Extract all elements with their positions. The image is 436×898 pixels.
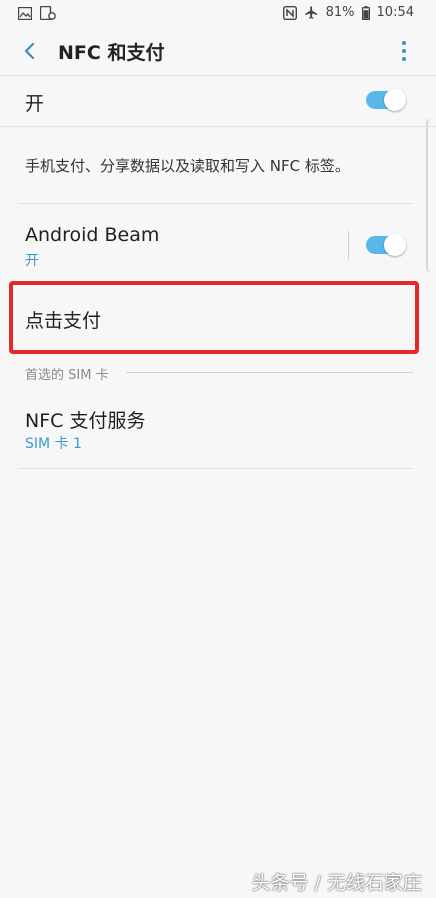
master-toggle-thumb (384, 89, 406, 111)
sim-notification-icon (40, 6, 56, 20)
android-beam-title: Android Beam (25, 224, 160, 246)
master-toggle[interactable] (366, 89, 406, 111)
scroll-edge (426, 118, 436, 273)
nfc-icon (282, 5, 297, 20)
description-divider (18, 203, 413, 204)
status-bar-left (18, 6, 56, 20)
nfc-description: 手机支付、分享数据以及读取和写入 NFC 标签。 (25, 157, 350, 175)
more-vert-icon[interactable] (400, 40, 408, 62)
clock: 10:54 (376, 5, 414, 20)
app-bar: NFC 和支付 (0, 28, 436, 74)
section-header-line (126, 372, 413, 373)
battery-percent: 81% (325, 5, 355, 20)
watermark: 头条号 / 无线石家庄 (251, 872, 422, 894)
master-switch-label: 开 (25, 93, 45, 115)
back-arrow-icon[interactable] (18, 39, 42, 63)
master-switch-row[interactable]: 开 (0, 76, 436, 126)
android-beam-status: 开 (25, 253, 39, 269)
status-bar: 81% 10:54 (0, 0, 436, 28)
highlight-box (9, 281, 419, 354)
status-bar-right: 81% 10:54 (282, 5, 414, 20)
nfc-payment-service-title: NFC 支付服务 (25, 410, 146, 432)
nfc-payment-service-value: SIM 卡 1 (25, 436, 82, 452)
battery-icon (361, 5, 370, 20)
android-beam-toggle-thumb (384, 234, 406, 256)
airplane-mode-icon (304, 6, 317, 19)
page-title: NFC 和支付 (58, 42, 165, 64)
master-divider (0, 126, 436, 127)
payment-divider (18, 468, 413, 469)
android-beam-toggle[interactable] (366, 234, 406, 256)
gallery-notification-icon (18, 6, 32, 20)
android-beam-separator (348, 231, 349, 259)
section-header-preferred-sim: 首选的 SIM 卡 (25, 368, 109, 383)
